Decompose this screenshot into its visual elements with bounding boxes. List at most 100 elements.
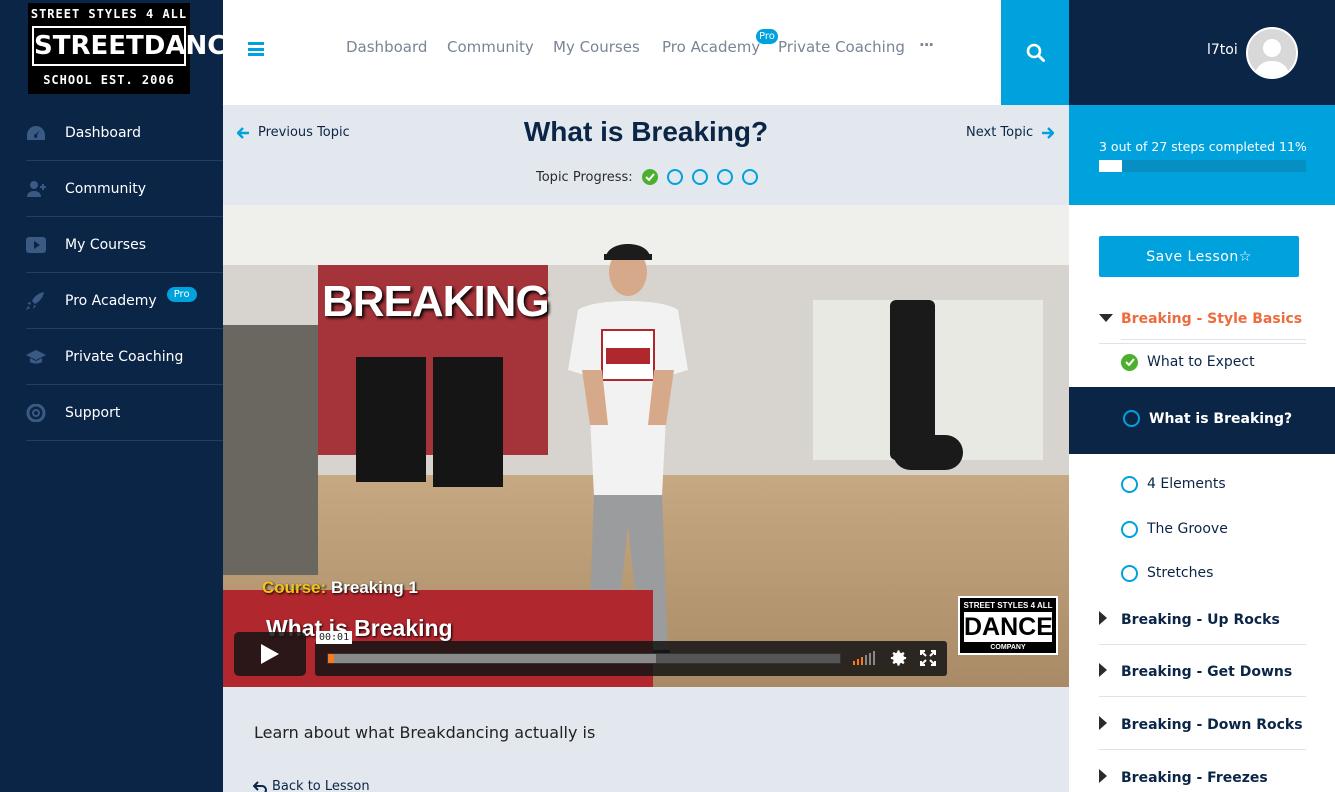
sidebar-item-pro-academy[interactable]: Pro Academy Pro	[26, 273, 223, 329]
username[interactable]: l7toi	[1207, 42, 1238, 58]
sidebar-item-label: Pro Academy	[65, 292, 157, 309]
caret-right-icon	[1099, 662, 1121, 681]
circle-icon	[1121, 564, 1138, 582]
arrow-right-icon	[1042, 126, 1055, 139]
circle-icon	[1121, 475, 1138, 493]
sidebar-item-label: Community	[65, 180, 147, 197]
avatar[interactable]	[1246, 27, 1298, 79]
site-logo[interactable]: STREET STYLES 4 ALL STREETDANCE SCHOOL E…	[28, 3, 244, 94]
sidebar-item-label: Support	[65, 404, 121, 421]
progress-step-icon	[741, 169, 758, 185]
video-course-caption: Course: Breaking 1	[262, 578, 418, 598]
video-played-bar	[328, 654, 335, 663]
section-down-rocks[interactable]: Breaking - Down Rocks	[1099, 700, 1306, 750]
graduation-cap-icon	[26, 348, 65, 366]
topic-description: Learn about what Breakdancing actually i…	[254, 723, 596, 742]
back-to-lesson-label: Back to Lesson	[272, 779, 370, 792]
sidebar-item-label: My Courses	[65, 236, 146, 253]
section-freezes[interactable]: Breaking - Freezes	[1099, 753, 1306, 792]
sidebar-item-label: Private Coaching	[65, 348, 184, 365]
progress-step-icon	[716, 169, 733, 185]
course-progress-text: 3 out of 27 steps completed	[1099, 139, 1276, 154]
fullscreen-icon[interactable]	[920, 650, 936, 666]
video-scene-punch-bag-base	[893, 435, 963, 470]
section-style-basics[interactable]: Breaking - Style Basics	[1099, 294, 1306, 344]
page-title: What is Breaking?	[523, 116, 769, 147]
video-scene-speaker	[356, 357, 426, 482]
video-scene-mirror	[223, 325, 318, 575]
gear-icon[interactable]	[889, 649, 908, 668]
video-scene-speaker	[433, 357, 503, 487]
topic-progress: Topic Progress:	[536, 169, 758, 185]
topic-item-4-elements[interactable]: 4 Elements	[1121, 462, 1306, 506]
watermark-line-2: DANCE	[964, 612, 1053, 642]
course-progress-percent: 11%	[1279, 139, 1307, 154]
lesson-navigation: Save Lesson☆ Breaking - Style Basics Wha…	[1069, 205, 1335, 792]
sidebar: STREET STYLES 4 ALL STREETDANCE SCHOOL E…	[0, 0, 244, 792]
section-label: Breaking - Up Rocks	[1121, 611, 1280, 628]
next-topic-label: Next Topic	[966, 125, 1034, 140]
sidebar-item-private-coaching[interactable]: Private Coaching	[26, 329, 223, 385]
nav-link-community[interactable]: Community	[447, 38, 534, 56]
search-icon	[1026, 43, 1045, 62]
watermark-line-3: COMPANY	[990, 644, 1026, 651]
section-get-downs[interactable]: Breaking - Get Downs	[1099, 647, 1306, 697]
check-circle-icon	[1121, 353, 1138, 371]
video-watermark-logo: STREET STYLES 4 ALL DANCE COMPANY	[958, 596, 1058, 655]
menu-toggle-icon[interactable]	[248, 42, 264, 56]
topic-progress-label: Topic Progress:	[536, 169, 633, 185]
play-icon	[26, 236, 65, 254]
video-seek-bar[interactable]	[327, 653, 841, 664]
video-control-bar	[315, 641, 947, 676]
caret-right-icon	[1099, 769, 1121, 787]
watermark-line-1: STREET STYLES 4 ALL	[963, 601, 1053, 610]
section-label: Breaking - Get Downs	[1121, 663, 1293, 680]
sidebar-item-dashboard[interactable]: Dashboard	[26, 105, 223, 161]
nav-link-my-courses[interactable]: My Courses	[553, 38, 640, 56]
back-arrow-icon	[253, 780, 267, 792]
sidebar-item-community[interactable]: Community	[26, 161, 223, 217]
video-course-prefix: Course:	[262, 578, 327, 597]
topic-item-what-to-expect[interactable]: What to Expect	[1121, 340, 1306, 384]
pro-badge: Pro	[166, 287, 197, 302]
caret-right-icon	[1099, 610, 1121, 629]
course-progress-panel: 3 out of 27 steps completed 11%	[1069, 105, 1335, 205]
dashboard-icon	[26, 124, 65, 142]
user-icon	[1254, 39, 1290, 77]
topic-label: The Groove	[1147, 521, 1228, 537]
volume-control[interactable]	[853, 651, 875, 665]
users-icon	[26, 180, 65, 198]
topic-item-current[interactable]: What is Breaking?	[1069, 387, 1335, 454]
caret-right-icon	[1099, 715, 1121, 734]
sidebar-item-support[interactable]: Support	[26, 385, 223, 441]
nav-more-button[interactable]: ···	[919, 36, 934, 54]
video-overlay-title: BREAKING	[322, 277, 550, 326]
caret-down-icon	[1099, 311, 1121, 327]
topic-label: Stretches	[1147, 565, 1214, 581]
lifebuoy-icon	[26, 403, 65, 422]
topic-item-stretches[interactable]: Stretches	[1121, 551, 1306, 595]
user-bar: l7toi	[1069, 0, 1335, 105]
circle-icon	[1121, 520, 1138, 538]
section-up-rocks[interactable]: Breaking - Up Rocks	[1099, 595, 1306, 645]
nav-link-dashboard[interactable]: Dashboard	[346, 38, 427, 56]
logo-line-1: STREET STYLES 4 ALL	[30, 7, 188, 21]
play-icon	[261, 644, 279, 664]
topic-label: What is Breaking?	[1149, 410, 1293, 427]
sidebar-item-my-courses[interactable]: My Courses	[26, 217, 223, 273]
topic-item-the-groove[interactable]: The Groove	[1121, 507, 1306, 551]
save-lesson-button[interactable]: Save Lesson☆	[1099, 236, 1299, 277]
nav-link-pro-academy[interactable]: Pro Academy	[662, 38, 760, 56]
nav-link-private-coaching[interactable]: Private Coaching	[778, 38, 905, 56]
video-course-name: Breaking 1	[330, 578, 418, 597]
back-to-lesson-link[interactable]: Back to Lesson	[253, 779, 370, 792]
progress-step-icon	[691, 169, 708, 185]
play-button[interactable]	[234, 632, 306, 676]
divider	[1121, 339, 1306, 340]
video-player[interactable]: BREAKING Course: Breaking 1 What is Brea…	[223, 205, 1069, 687]
next-topic-link[interactable]: Next Topic	[966, 125, 1055, 140]
nav-pro-badge: Pro	[756, 29, 778, 44]
course-progress-bar	[1099, 160, 1306, 172]
logo-line-2: STREETDANCE	[32, 26, 244, 66]
search-button[interactable]	[1001, 0, 1069, 105]
